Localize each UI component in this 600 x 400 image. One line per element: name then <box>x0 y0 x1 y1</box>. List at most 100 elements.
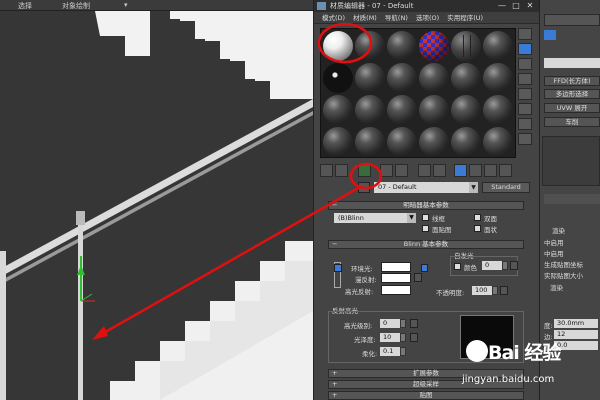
object-color-swatch[interactable] <box>544 30 556 40</box>
shader-type-select[interactable]: (B)Blinn ▼ <box>334 213 416 223</box>
sample-slot[interactable] <box>483 95 513 125</box>
radial-label[interactable]: 渲染 <box>550 282 563 292</box>
glossiness-map-button[interactable] <box>410 333 418 342</box>
menu-material[interactable]: 材质(M) <box>353 14 377 22</box>
minimize-button[interactable]: — <box>495 0 509 12</box>
poly-select-button[interactable]: 多边形选择 <box>544 89 600 99</box>
lock-icon[interactable] <box>334 264 342 272</box>
object-name-field[interactable] <box>544 14 600 26</box>
self-illum-map-button[interactable] <box>510 261 518 270</box>
sample-slot[interactable] <box>355 31 385 61</box>
sample-slot[interactable] <box>451 31 481 61</box>
spec-level-map-button[interactable] <box>410 319 418 328</box>
sample-slot[interactable] <box>419 127 449 157</box>
sample-slot[interactable] <box>355 127 385 157</box>
diffuse-map-button[interactable] <box>414 273 422 282</box>
go-forward-sibling-icon[interactable] <box>499 164 512 177</box>
menu-utilities[interactable]: 实用程序(U) <box>447 14 483 22</box>
toolbar-dropdown-icon[interactable]: ▾ <box>124 1 128 9</box>
sample-slot[interactable] <box>451 95 481 125</box>
lock-icon[interactable] <box>421 264 428 272</box>
two-sided-checkbox[interactable] <box>474 214 481 221</box>
object-paint-menu[interactable]: 对象绘制 <box>62 1 90 11</box>
opacity-map-button[interactable] <box>500 286 508 295</box>
rollout-blinn-basic[interactable]: − Blinn 基本参数 <box>328 240 524 249</box>
menu-options[interactable]: 选项(O) <box>416 14 439 22</box>
select-menu[interactable]: 选择 <box>18 1 32 11</box>
specular-color-swatch[interactable] <box>381 285 411 295</box>
backlight-icon[interactable] <box>518 43 532 55</box>
sample-slot[interactable] <box>323 95 353 125</box>
sample-slot[interactable] <box>419 31 449 61</box>
self-illum-color-checkbox[interactable] <box>454 263 461 270</box>
opacity-input[interactable]: 100 <box>472 286 492 295</box>
spec-level-spinner[interactable] <box>400 319 406 328</box>
sample-slot[interactable] <box>387 31 417 61</box>
uv-tiling-icon[interactable] <box>518 73 532 85</box>
maximize-button[interactable]: □ <box>509 0 523 12</box>
modifier-stack[interactable] <box>542 136 600 186</box>
material-editor-titlebar[interactable]: 材质编辑器 - 07 - Default — □ ✕ <box>314 0 539 12</box>
show-map-icon[interactable] <box>454 164 467 177</box>
put-to-scene-icon[interactable] <box>335 164 348 177</box>
put-to-library-icon[interactable] <box>418 164 431 177</box>
sample-slot[interactable] <box>387 95 417 125</box>
ffd-box-button[interactable]: FFD(长方体) <box>544 76 600 86</box>
sample-slot[interactable] <box>419 95 449 125</box>
sample-slot[interactable] <box>323 31 353 61</box>
wire-checkbox[interactable] <box>422 214 429 221</box>
material-id-icon[interactable] <box>433 164 446 177</box>
uvw-unwrap-button[interactable]: UVW 展开 <box>544 103 600 113</box>
sample-slot[interactable] <box>483 127 513 157</box>
enable-viewport-label[interactable]: 中启用 <box>544 248 564 258</box>
sample-slot[interactable] <box>323 127 353 157</box>
video-color-check-icon[interactable] <box>518 88 532 100</box>
material-name-select[interactable]: 07 - Default ▼ <box>374 182 478 193</box>
sample-slot[interactable] <box>355 95 385 125</box>
go-to-parent-icon[interactable] <box>484 164 497 177</box>
glossiness-input[interactable]: 10 <box>380 333 400 342</box>
select-by-material-icon[interactable] <box>518 133 532 145</box>
sample-slot[interactable] <box>483 63 513 93</box>
sample-slot[interactable] <box>355 63 385 93</box>
assign-to-selection-icon[interactable] <box>358 164 371 177</box>
material-type-button[interactable]: Standard <box>482 182 530 193</box>
close-button[interactable]: ✕ <box>523 0 537 12</box>
soften-spinner[interactable] <box>400 347 406 356</box>
reset-map-icon[interactable] <box>380 164 393 177</box>
gen-mapping-label[interactable]: 生成贴图坐标 <box>544 259 583 269</box>
menu-navigation[interactable]: 导航(N) <box>385 14 408 22</box>
rollout-shader-basic[interactable]: − 明暗器基本参数 <box>328 201 524 210</box>
make-unique-icon[interactable] <box>395 164 408 177</box>
get-material-icon[interactable] <box>320 164 333 177</box>
sample-slot[interactable] <box>323 63 353 93</box>
perspective-viewport[interactable] <box>0 11 313 400</box>
menu-mode[interactable]: 模式(D) <box>322 14 345 22</box>
sample-slot[interactable] <box>419 63 449 93</box>
ambient-color-swatch[interactable] <box>381 262 411 272</box>
sample-slot[interactable] <box>387 63 417 93</box>
make-preview-icon[interactable] <box>518 103 532 115</box>
face-map-checkbox[interactable] <box>422 225 429 232</box>
soften-input[interactable]: 0.1 <box>380 347 400 356</box>
options-icon[interactable] <box>518 118 532 130</box>
self-illum-spinner[interactable] <box>502 261 508 270</box>
sample-slot[interactable] <box>451 63 481 93</box>
pick-material-icon[interactable] <box>358 182 370 193</box>
modifier-list-select[interactable] <box>544 58 600 68</box>
diffuse-color-swatch[interactable] <box>381 273 411 283</box>
glossiness-spinner[interactable] <box>400 333 406 342</box>
faceted-checkbox[interactable] <box>474 225 481 232</box>
sample-slot[interactable] <box>451 127 481 157</box>
self-illum-input[interactable]: 0 <box>482 261 502 270</box>
thickness-input[interactable]: 30.0mm <box>554 319 598 328</box>
show-end-result-icon[interactable] <box>469 164 482 177</box>
real-world-label[interactable]: 实际贴图大小 <box>544 270 583 280</box>
sample-slot[interactable] <box>387 127 417 157</box>
lathe-button[interactable]: 车削 <box>544 117 600 127</box>
background-icon[interactable] <box>518 58 532 70</box>
sample-slot[interactable] <box>483 31 513 61</box>
enable-render-label[interactable]: 中启用 <box>544 237 564 247</box>
spec-level-input[interactable]: 0 <box>380 319 400 328</box>
opacity-spinner[interactable] <box>492 286 498 295</box>
